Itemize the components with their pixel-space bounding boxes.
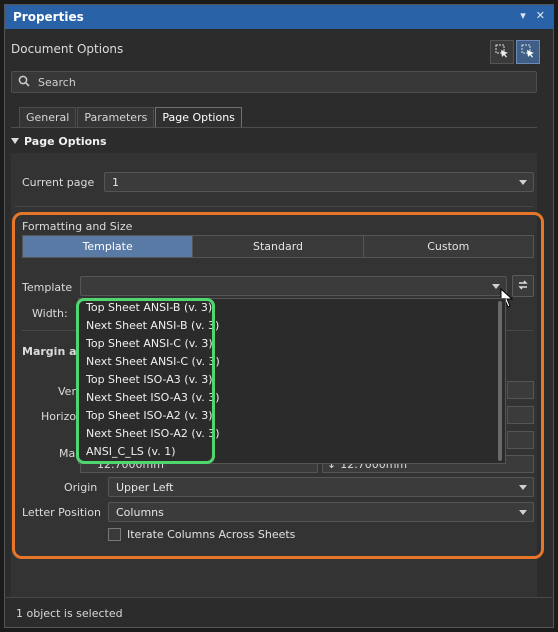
current-page-select[interactable]: 1	[104, 172, 534, 192]
panel-close-icon[interactable]: ✕	[536, 9, 545, 22]
tab-bar: General Parameters Page Options	[19, 107, 243, 127]
chevron-down-icon	[519, 180, 527, 185]
page-options-header[interactable]: Page Options	[11, 135, 107, 148]
select-filter-icon	[495, 44, 509, 61]
status-text: 1 object is selected	[16, 607, 123, 620]
selection-mode-button[interactable]	[516, 40, 540, 64]
current-page-value: 1	[112, 175, 119, 189]
document-title: Document Options	[11, 42, 124, 56]
status-divider	[4, 597, 554, 598]
current-page-label: Current page	[22, 176, 95, 189]
search-input[interactable]: Search	[11, 71, 537, 93]
collapse-triangle-icon	[11, 135, 19, 148]
panel-title-bar: Properties ▾ ✕	[5, 5, 553, 29]
search-icon	[18, 75, 30, 90]
tab-parameters[interactable]: Parameters	[77, 107, 155, 127]
panel-title: Properties	[13, 10, 84, 24]
filter-select-button[interactable]	[490, 40, 514, 64]
panel-menu-icon[interactable]: ▾	[520, 9, 526, 22]
tab-general[interactable]: General	[19, 107, 77, 127]
tab-page-options[interactable]: Page Options	[155, 107, 242, 127]
cursor-select-icon	[521, 44, 535, 61]
section-divider	[15, 206, 533, 207]
tab-divider	[11, 127, 537, 128]
search-placeholder: Search	[38, 75, 76, 89]
page-options-title: Page Options	[24, 135, 107, 148]
orange-highlight-box	[12, 212, 544, 559]
